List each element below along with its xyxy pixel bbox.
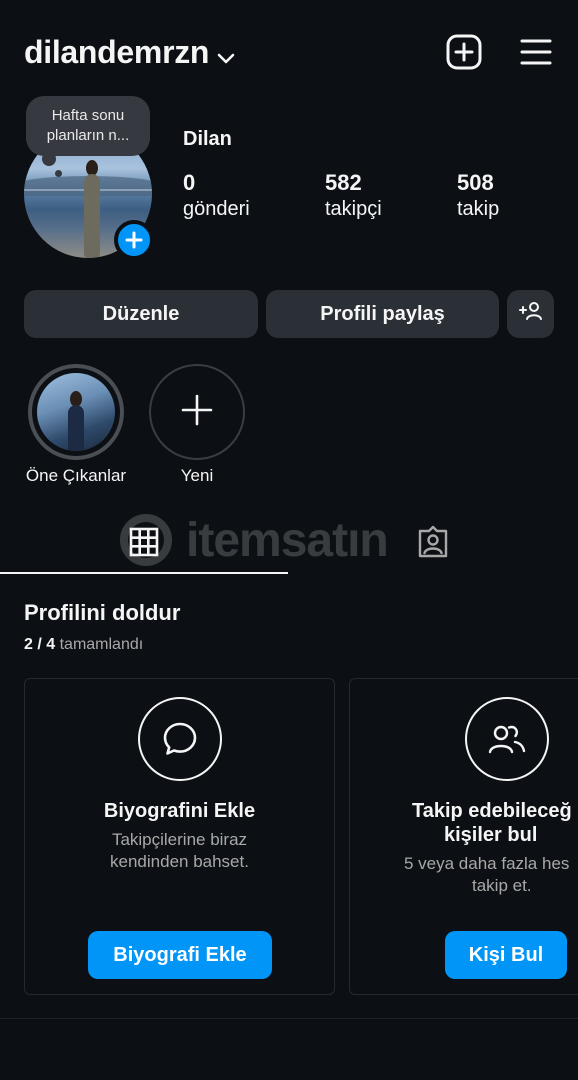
stat-followers-value: 582 [325,170,362,195]
highlight-label: Öne Çıkanlar [25,466,127,485]
card-description-line1: Takipçilerine biraz [111,830,248,849]
highlight-featured[interactable]: Öne Çıkanlar [26,364,126,485]
add-bio-button[interactable]: Biyografi Ekle [88,931,272,979]
note-bubble[interactable]: Hafta sonu planların n... [26,96,150,156]
card-description-line2: kendinden bahset. [110,852,249,871]
highlight-new[interactable]: Yeni [149,364,245,485]
note-text: Hafta sonu planların n... [46,107,130,144]
chevron-down-icon [217,36,235,73]
profile-tabs [0,514,578,576]
plus-square-icon[interactable] [446,34,482,70]
stat-posts-value: 0 [183,170,196,195]
profile-progress: 2 / 4 tamamlandı [24,636,143,654]
add-story-button[interactable] [114,220,154,260]
stat-followers-label: takipçi [325,198,382,220]
edit-profile-button[interactable]: Düzenle [24,290,258,338]
tagged-person-icon [416,525,450,564]
note-bubble-tail-small [55,170,62,177]
card-title-line1: Takip edebileceğ [412,800,572,822]
username-switcher[interactable]: dilandemrzn [24,32,235,73]
top-bar: dilandemrzn [0,0,578,100]
stat-posts[interactable]: 0 gönderi [183,170,250,222]
stat-followers[interactable]: 582 takipçi [325,170,382,222]
grid-icon [129,527,159,562]
card-find-people: Takip edebileceğ kişiler bul 5 veya daha… [349,678,578,995]
note-bubble-tail [42,152,56,166]
find-people-button[interactable]: Kişi Bul [445,931,567,979]
plus-icon [180,393,214,432]
menu-icon[interactable] [518,34,554,70]
progress-count: 2 / 4 [24,636,56,653]
tab-tagged[interactable] [413,524,453,564]
card-description-line1: 5 veya daha fazla hes [404,854,570,873]
card-title-line2: kişiler bul [444,824,538,846]
highlight-ring [149,364,245,460]
highlight-ring [28,364,124,460]
stat-following-label: takip [457,198,500,220]
username: dilandemrzn [24,34,210,70]
stat-following[interactable]: 508 takip [457,170,499,222]
speech-bubble-icon [137,697,222,781]
add-person-icon [518,301,544,327]
section-title: Profilini doldur [24,600,181,625]
progress-suffix: tamamlandı [59,636,144,653]
discover-people-button[interactable] [507,290,554,338]
card-description-line2: takip et. [472,876,532,895]
display-name: Dilan [183,128,232,150]
stat-following-value: 508 [457,170,494,195]
tab-grid[interactable] [124,524,164,564]
stat-posts-label: gönderi [183,198,250,220]
share-profile-button[interactable]: Profili paylaş [266,290,499,338]
card-title: Biyografini Ekle [103,800,256,822]
divider [0,1018,578,1019]
highlight-cover-image [37,373,115,451]
active-tab-indicator [0,572,288,574]
card-add-bio: Biyografini Ekle Takipçilerine biraz ken… [24,678,335,995]
highlight-label: Yeni [180,466,214,485]
people-icon [465,697,549,781]
